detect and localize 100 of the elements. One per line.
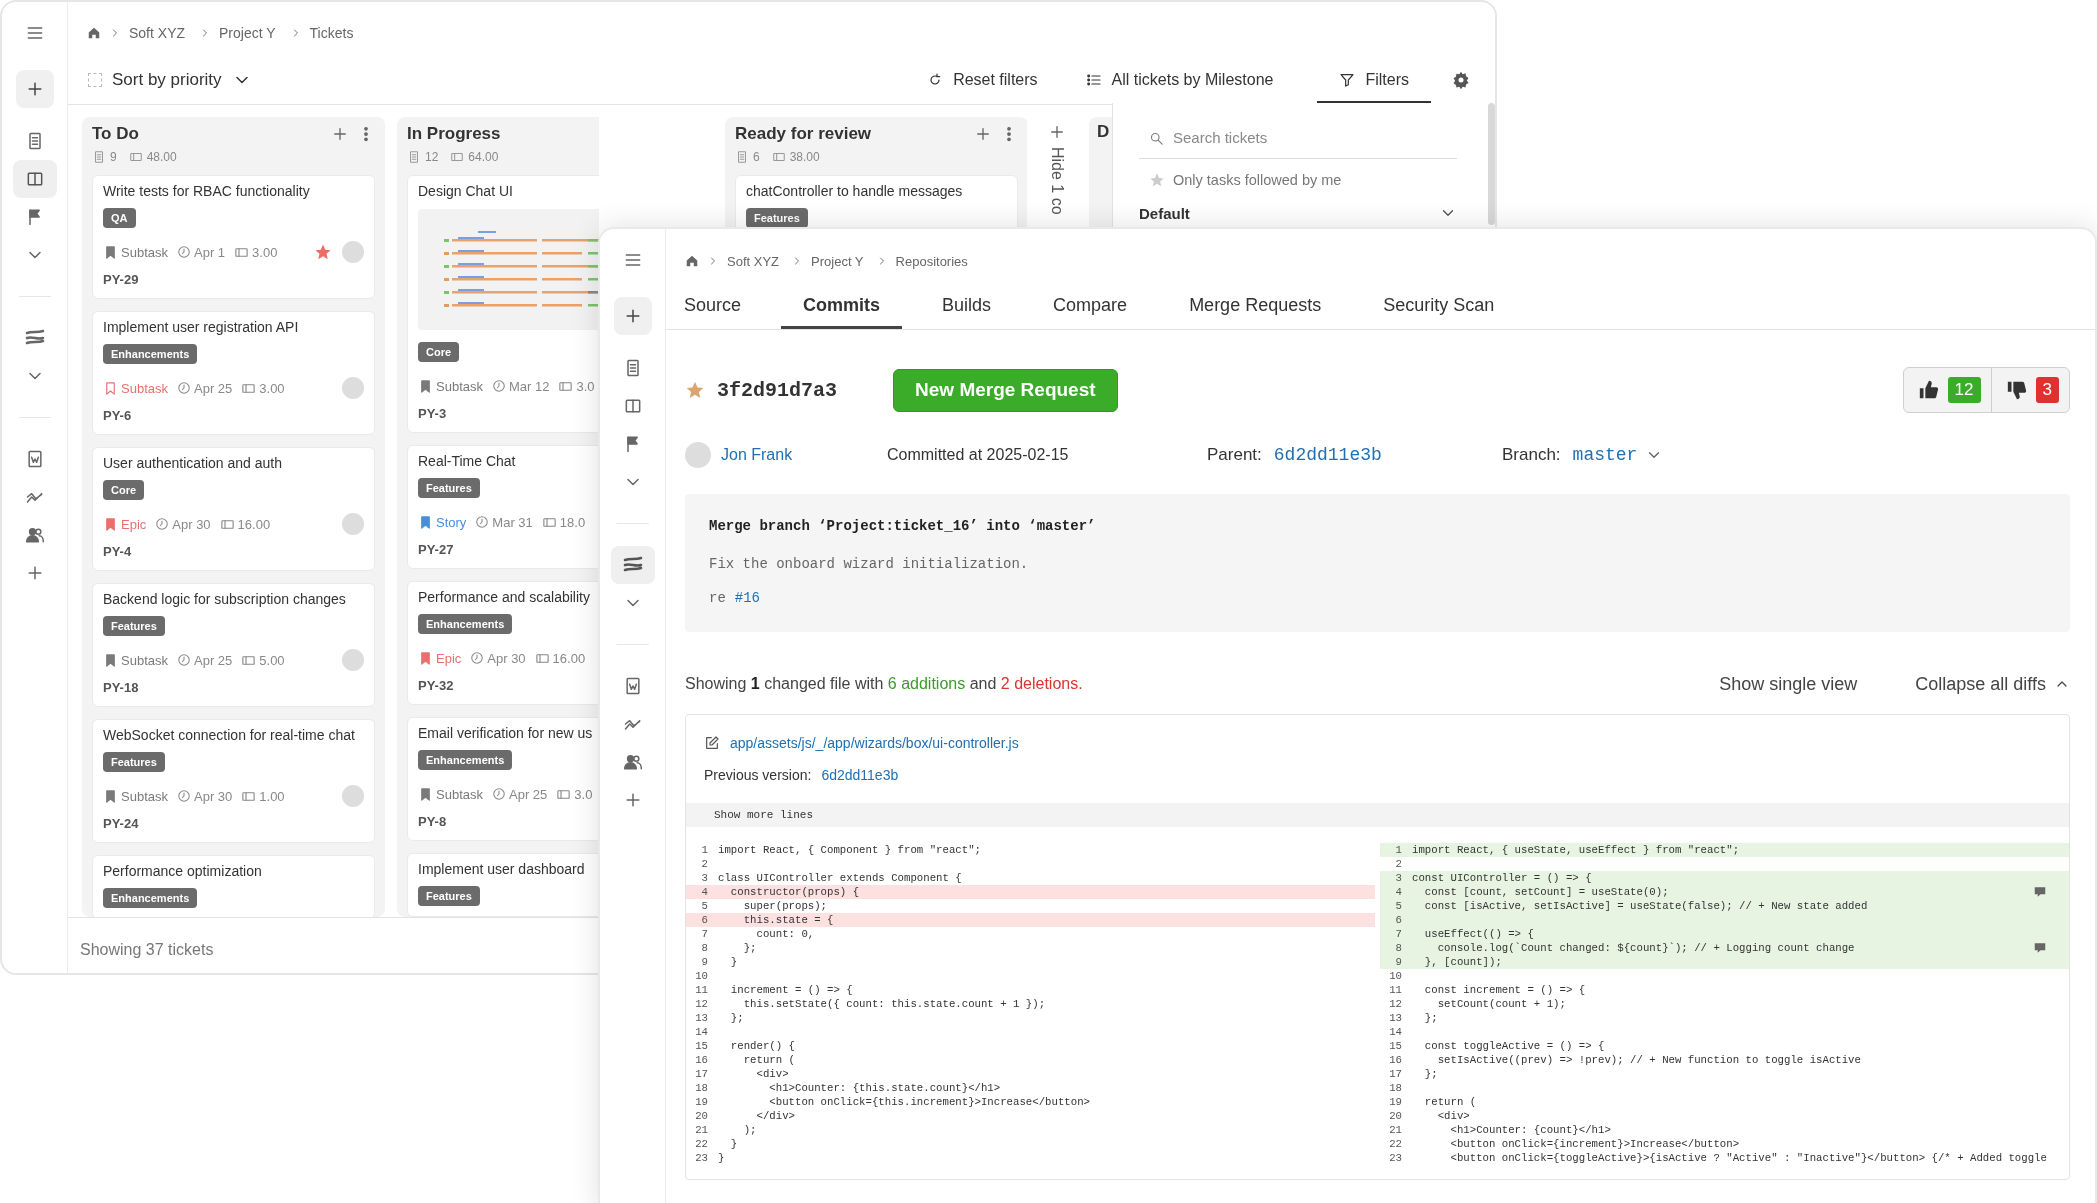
- commit-title: Merge branch ‘Project:ticket_16’ into ‘master’: [709, 517, 1097, 536]
- milestone-view-button[interactable]: All tickets by Milestone: [1081, 56, 1278, 104]
- board-button[interactable]: [12, 160, 57, 198]
- ticket-card[interactable]: chatController to handle messages Features: [735, 175, 1018, 230]
- ticket-card[interactable]: Real-Time Chat Features Story Mar 31 18.0 PY-27: [407, 445, 599, 569]
- estimate-total: 38.00: [789, 150, 820, 164]
- card-title: Implement user dashboard: [418, 860, 585, 878]
- breadcrumb-link[interactable]: Repositories: [895, 253, 968, 269]
- column-title: To Do: [92, 124, 139, 144]
- author-link[interactable]: Jon Frank: [721, 446, 793, 464]
- code-text: <div>: [755, 1068, 789, 1080]
- ticket-id: PY-6: [103, 408, 132, 424]
- collapse-diffs-button[interactable]: Collapse all diffs: [1915, 673, 2070, 695]
- clock-icon: [177, 653, 191, 667]
- ticket-card[interactable]: Design Chat UI Core Subtask Mar 12 3.0 PY-3: [407, 175, 599, 433]
- line-number: 12: [694, 998, 708, 1010]
- tab[interactable]: Source: [672, 295, 754, 329]
- line-number: 6: [700, 914, 708, 926]
- line-number: 16: [694, 1054, 708, 1066]
- card-title: Implement user registration API: [103, 318, 299, 336]
- ticket-id: PY-27: [418, 542, 454, 558]
- star-icon[interactable]: [314, 243, 332, 261]
- code-text: <div>: [1436, 1110, 1470, 1122]
- tag-label: Core: [103, 480, 145, 500]
- list-icon[interactable]: [1085, 72, 1102, 88]
- code-text: };: [1423, 1012, 1438, 1024]
- tab[interactable]: Merge Requests: [1177, 295, 1334, 329]
- line-number: 5: [1394, 900, 1402, 912]
- code-text: <button onClick={this.increment}>Increase</button>: [768, 1096, 1090, 1108]
- estimate-icon: [450, 150, 465, 164]
- preset-dropdown[interactable]: Default: [1139, 203, 1457, 223]
- commit-body: Fix the onboard wizard initialization.: [709, 555, 1030, 574]
- comment-icon[interactable]: [2033, 885, 2047, 899]
- breadcrumb-link[interactable]: Project Y: [811, 253, 864, 269]
- view-toggle-link[interactable]: Show single view: [1719, 673, 1858, 695]
- ticket-card[interactable]: Performance and scalability Enhancements Epic Apr 30 16.00 PY-32: [407, 581, 599, 705]
- clock-icon: [177, 789, 191, 803]
- breadcrumb-link[interactable]: Soft XYZ: [129, 25, 186, 41]
- hidden-columns-label[interactable]: Hide 1 co: [1048, 147, 1066, 215]
- ticket-card[interactable]: Email verification for new us Enhancements Subtask Apr 25 3.0 PY-8: [407, 717, 599, 841]
- tab[interactable]: Security Scan: [1371, 295, 1507, 329]
- add-icon[interactable]: [974, 125, 992, 143]
- ticket-card[interactable]: User authentication and auth Core Epic Apr 30 16.00 PY-4: [92, 447, 375, 571]
- code-text: };: [742, 942, 757, 954]
- code-text: super(props);: [742, 900, 828, 912]
- ticket-card[interactable]: WebSocket connection for real-time chat Features Subtask Apr 30 1.00 PY-24: [92, 719, 375, 843]
- checkbox[interactable]: [88, 73, 102, 87]
- star-icon[interactable]: [1149, 172, 1165, 188]
- ticket-card[interactable]: Performance optimization Enhancements: [92, 855, 375, 917]
- users-icon[interactable]: [622, 752, 643, 772]
- star-icon[interactable]: [685, 380, 705, 400]
- breadcrumb-link[interactable]: Tickets: [309, 25, 354, 41]
- ticket-card[interactable]: Backend logic for subscription changes Features Subtask Apr 25 5.00 PY-18: [92, 583, 375, 707]
- downvote-button[interactable]: 3: [1990, 368, 2069, 412]
- add-button[interactable]: [613, 297, 652, 335]
- add-icon[interactable]: [331, 125, 349, 143]
- code-text: const toggleActive = () => {: [1423, 1040, 1605, 1052]
- parent-link[interactable]: 6d2dd11e3b: [1273, 445, 1382, 465]
- tab[interactable]: Builds: [930, 295, 1004, 329]
- home-icon[interactable]: [87, 26, 101, 40]
- code-text: }: [729, 956, 738, 968]
- document-icon: [407, 150, 421, 164]
- show-more-lines-button[interactable]: Show more lines: [714, 809, 814, 821]
- code-text: increment = () => {: [729, 984, 853, 996]
- line-number: 11: [694, 984, 708, 996]
- home-icon[interactable]: [685, 254, 699, 268]
- breadcrumb-link[interactable]: Project Y: [219, 25, 276, 41]
- breadcrumb-link[interactable]: Soft XYZ: [727, 253, 780, 269]
- line-number: 23: [1388, 1152, 1402, 1164]
- card-title: Performance optimization: [103, 862, 262, 880]
- previous-version-link[interactable]: 6d2dd11e3b: [821, 767, 899, 783]
- search-field[interactable]: Search tickets: [1139, 117, 1457, 159]
- card-title: chatController to handle messages: [746, 182, 963, 200]
- ticket-card[interactable]: Implement user dashboard Features: [407, 853, 599, 917]
- thumbs-up-icon[interactable]: [1917, 379, 1940, 401]
- branch-dropdown[interactable]: master: [1572, 445, 1664, 465]
- changes-summary: Showing 1 changed file with 6 additions and 2 deletions.: [685, 675, 1083, 693]
- tag-label: Enhancements: [103, 344, 198, 364]
- comment-icon[interactable]: [2033, 941, 2047, 955]
- ticket-id: PY-18: [103, 680, 139, 696]
- sort-dropdown[interactable]: Sort by priority: [88, 70, 252, 90]
- ticket-card[interactable]: Write tests for RBAC functionality QA Subtask Apr 1 3.00 PY-29: [92, 175, 375, 299]
- file-path-link[interactable]: app/assets/js/_/app/wizards/box/ui-controller.js: [730, 735, 1019, 751]
- filter-icon[interactable]: [1339, 72, 1356, 88]
- thumbs-down-icon[interactable]: [2005, 379, 2028, 401]
- edit-icon[interactable]: [704, 735, 720, 751]
- layers-button[interactable]: [610, 546, 655, 584]
- tab[interactable]: Commits: [781, 295, 903, 329]
- settings-icon[interactable]: [1451, 70, 1471, 90]
- tab[interactable]: Compare: [1041, 295, 1140, 329]
- followed-only-toggle[interactable]: Only tasks followed by me: [1149, 169, 1342, 191]
- users-icon[interactable]: [24, 525, 45, 545]
- issue-link[interactable]: #16: [734, 588, 761, 608]
- scrollbar[interactable]: [1488, 103, 1495, 225]
- add-icon[interactable]: [1048, 123, 1066, 141]
- ticket-card[interactable]: Implement user registration API Enhancements Subtask Apr 25 3.00 PY-6: [92, 311, 375, 435]
- reset-filters-button[interactable]: Reset filters: [923, 56, 1042, 104]
- code-text: const increment = () => {: [1423, 984, 1586, 996]
- add-button[interactable]: [15, 70, 54, 108]
- ticket-id: PY-8: [418, 814, 447, 830]
